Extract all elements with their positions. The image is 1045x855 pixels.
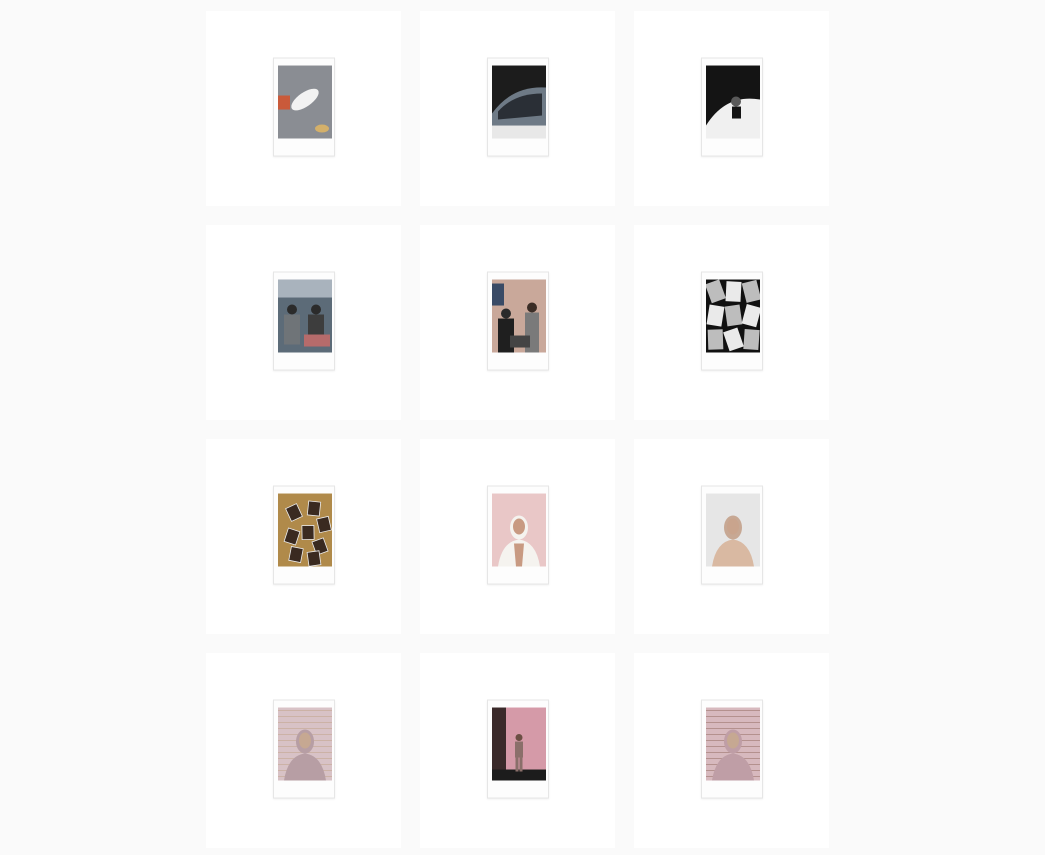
post-tile[interactable] (420, 225, 615, 420)
post-tile[interactable] (634, 225, 829, 420)
polaroid-frame (272, 699, 335, 799)
polaroid-frame (272, 271, 335, 371)
post-tile[interactable] (420, 11, 615, 206)
post-tile[interactable] (634, 439, 829, 634)
monochrome-collage-photo (705, 279, 760, 353)
post-tile[interactable] (634, 653, 829, 848)
portrait-woman-white-backdrop-photo (705, 493, 760, 567)
polaroid-frame (486, 485, 549, 585)
post-tile[interactable] (206, 439, 401, 634)
post-tile[interactable] (206, 225, 401, 420)
polaroid-frame (700, 699, 763, 799)
person-in-car-photo (491, 65, 546, 139)
portrait-brick-wall-photo (705, 707, 760, 781)
polaroid-frame (486, 271, 549, 371)
post-tile[interactable] (420, 653, 615, 848)
red-prints-on-table-photo (277, 493, 332, 567)
portrait-woman-brick-wall-photo (277, 707, 332, 781)
post-tile[interactable] (206, 653, 401, 848)
post-tile[interactable] (206, 11, 401, 206)
people-at-counter-photo (491, 279, 546, 353)
polaroid-frame (486, 699, 549, 799)
polaroid-frame (272, 485, 335, 585)
photo-grid (206, 11, 829, 848)
portrait-woman-pink-backdrop-photo (491, 493, 546, 567)
sneakers-on-feet-photo (277, 65, 332, 139)
polaroid-frame (700, 271, 763, 371)
post-tile[interactable] (420, 439, 615, 634)
person-standing-pink-wall-photo (491, 707, 546, 781)
polaroid-frame (700, 57, 763, 157)
polaroid-frame (486, 57, 549, 157)
people-at-table-outdoors-photo (277, 279, 332, 353)
post-tile[interactable] (634, 11, 829, 206)
polaroid-frame (272, 57, 335, 157)
polaroid-frame (700, 485, 763, 585)
person-in-white-car-photo (705, 65, 760, 139)
